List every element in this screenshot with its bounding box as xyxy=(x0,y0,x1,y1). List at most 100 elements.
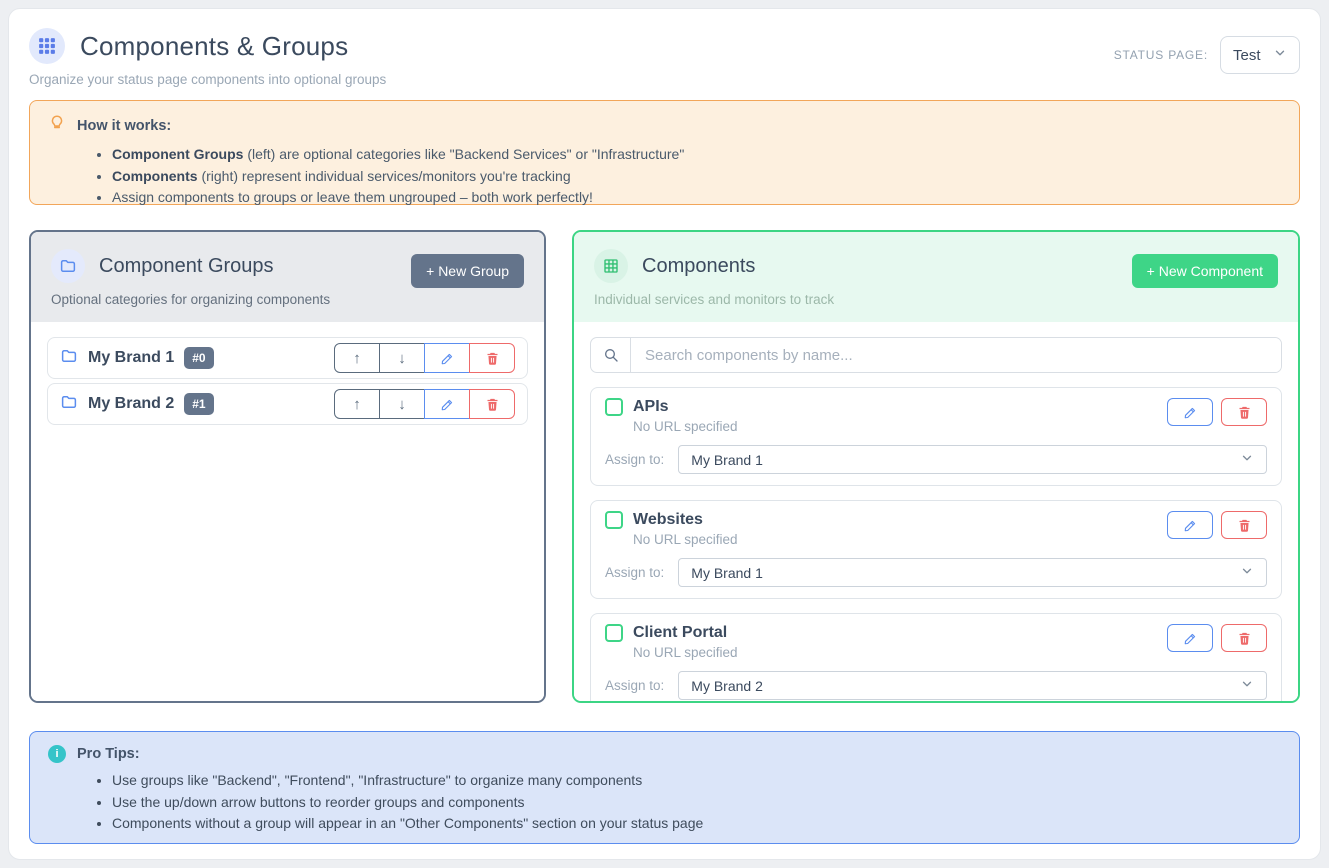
assign-row: Assign to: My Brand 1 xyxy=(605,445,1267,474)
lightbulb-icon xyxy=(48,114,66,137)
component-card: Client Portal No URL specified xyxy=(590,613,1282,703)
component-name-row: APIs xyxy=(605,398,738,416)
edit-component-button[interactable] xyxy=(1167,398,1213,426)
how-it-works-title-row: How it works: xyxy=(48,114,1281,137)
component-actions xyxy=(1167,511,1267,539)
edit-group-button[interactable] xyxy=(424,389,470,419)
folder-icon xyxy=(51,249,85,283)
pro-tips-title-row: i Pro Tips: xyxy=(48,745,1281,763)
move-down-button[interactable]: ↓ xyxy=(379,343,425,373)
move-up-button[interactable]: ↑ xyxy=(334,343,380,373)
page-header: Components & Groups Organize your status… xyxy=(29,28,1300,87)
component-info: Client Portal No URL specified xyxy=(605,624,738,660)
pro-tips-banner: i Pro Tips: Use groups like "Backend", "… xyxy=(29,731,1300,844)
delete-component-button[interactable] xyxy=(1221,624,1267,652)
main-card: Components & Groups Organize your status… xyxy=(8,8,1321,860)
group-name: My Brand 2 xyxy=(88,395,174,413)
group-order-badge: #1 xyxy=(184,393,213,415)
component-name: Websites xyxy=(633,511,703,529)
group-name: My Brand 1 xyxy=(88,349,174,367)
header-right: STATUS PAGE: Test xyxy=(1114,36,1300,74)
page-title: Components & Groups xyxy=(80,31,348,62)
component-actions xyxy=(1167,624,1267,652)
how-it-works-item-bold: Components xyxy=(112,168,198,184)
pro-tips-title: Pro Tips: xyxy=(77,746,140,762)
chevron-down-icon xyxy=(1240,564,1254,581)
panels-row: Component Groups Optional categories for… xyxy=(29,230,1300,703)
component-card-top: Client Portal No URL specified xyxy=(605,624,1267,660)
move-down-button[interactable]: ↓ xyxy=(379,389,425,419)
component-name-row: Client Portal xyxy=(605,624,738,642)
move-up-button[interactable]: ↑ xyxy=(334,389,380,419)
delete-component-button[interactable] xyxy=(1221,511,1267,539)
new-group-button[interactable]: + New Group xyxy=(411,254,524,288)
pro-tips-item: Use the up/down arrow buttons to reorder… xyxy=(112,792,1281,814)
component-search xyxy=(590,337,1282,373)
groups-panel-title: Component Groups xyxy=(99,255,274,278)
chevron-down-icon xyxy=(1240,451,1254,468)
components-panel-title: Components xyxy=(642,255,755,278)
how-it-works-item: Component Groups (left) are optional cat… xyxy=(112,144,1281,166)
how-it-works-item-text: (left) are optional categories like "Bac… xyxy=(243,146,684,162)
search-input[interactable] xyxy=(631,338,1281,372)
new-component-button[interactable]: + New Component xyxy=(1132,254,1278,288)
folder-icon xyxy=(60,393,78,416)
how-it-works-title: How it works: xyxy=(77,118,171,134)
how-it-works-list: Component Groups (left) are optional cat… xyxy=(48,144,1281,209)
how-it-works-item: Assign components to groups or leave the… xyxy=(112,187,1281,209)
assign-to-label: Assign to: xyxy=(605,452,664,467)
how-it-works-item: Components (right) represent individual … xyxy=(112,166,1281,188)
status-page-select-value: Test xyxy=(1233,47,1261,64)
group-order-badge: #0 xyxy=(184,347,213,369)
component-card-top: Websites No URL specified xyxy=(605,511,1267,547)
assign-group-select-value: My Brand 1 xyxy=(691,452,763,468)
status-page-select[interactable]: Test xyxy=(1220,36,1300,74)
page-subtitle: Organize your status page components int… xyxy=(29,72,386,87)
group-row: My Brand 1 #0 ↑ ↓ xyxy=(47,337,528,379)
assign-row: Assign to: My Brand 1 xyxy=(605,558,1267,587)
edit-component-button[interactable] xyxy=(1167,624,1213,652)
component-url-status: No URL specified xyxy=(633,532,738,547)
component-name-row: Websites xyxy=(605,511,738,529)
component-groups-panel: Component Groups Optional categories for… xyxy=(29,230,546,703)
component-info: Websites No URL specified xyxy=(605,511,738,547)
assign-to-label: Assign to: xyxy=(605,565,664,580)
pro-tips-item: Components without a group will appear i… xyxy=(112,813,1281,835)
component-url-status: No URL specified xyxy=(633,645,738,660)
component-info: APIs No URL specified xyxy=(605,398,738,434)
assign-group-select-value: My Brand 1 xyxy=(691,565,763,581)
delete-group-button[interactable] xyxy=(469,389,515,419)
component-card: APIs No URL specified xyxy=(590,387,1282,486)
info-icon: i xyxy=(48,745,66,763)
page: Components & Groups Organize your status… xyxy=(0,0,1329,868)
groups-panel-subtitle: Optional categories for organizing compo… xyxy=(51,292,524,307)
component-name: Client Portal xyxy=(633,624,727,642)
component-checkbox-icon xyxy=(605,511,623,529)
component-checkbox-icon xyxy=(605,398,623,416)
edit-group-button[interactable] xyxy=(424,343,470,373)
how-it-works-banner: How it works: Component Groups (left) ar… xyxy=(29,100,1300,205)
assign-group-select[interactable]: My Brand 2 xyxy=(678,671,1267,700)
title-row: Components & Groups xyxy=(29,28,386,64)
delete-component-button[interactable] xyxy=(1221,398,1267,426)
edit-component-button[interactable] xyxy=(1167,511,1213,539)
delete-group-button[interactable] xyxy=(469,343,515,373)
group-actions: ↑ ↓ xyxy=(334,389,515,419)
how-it-works-item-bold: Component Groups xyxy=(112,146,243,162)
grid-table-icon xyxy=(594,249,628,283)
components-panel-header: Components Individual services and monit… xyxy=(574,232,1298,322)
groups-panel-header: Component Groups Optional categories for… xyxy=(31,232,544,322)
component-name: APIs xyxy=(633,398,669,416)
pro-tips-list: Use groups like "Backend", "Frontend", "… xyxy=(48,770,1281,835)
group-row-left: My Brand 1 #0 xyxy=(60,347,214,370)
components-list: APIs No URL specified xyxy=(590,387,1282,703)
components-panel-body: APIs No URL specified xyxy=(574,322,1298,703)
group-row: My Brand 2 #1 ↑ ↓ xyxy=(47,383,528,425)
assign-group-select[interactable]: My Brand 1 xyxy=(678,445,1267,474)
component-url-status: No URL specified xyxy=(633,419,738,434)
how-it-works-item-text: (right) represent individual services/mo… xyxy=(198,168,571,184)
component-checkbox-icon xyxy=(605,624,623,642)
assign-group-select[interactable]: My Brand 1 xyxy=(678,558,1267,587)
folder-icon xyxy=(60,347,78,370)
components-panel: Components Individual services and monit… xyxy=(572,230,1300,703)
